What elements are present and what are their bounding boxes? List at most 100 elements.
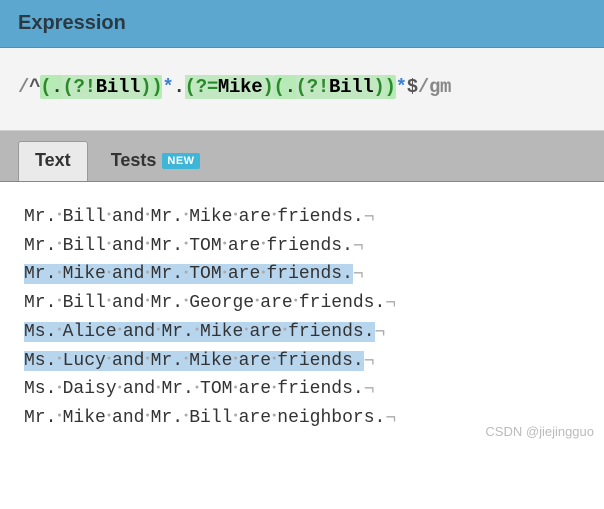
word: Alice [63,322,117,342]
space-marker-icon: ● [183,287,189,315]
space-marker-icon: ● [106,259,112,287]
space-marker-icon: ● [106,230,112,258]
plain-text: Mr.●Mike●and●Mr.●Bill●are●neighbors. [24,408,385,428]
space-marker-icon: ● [144,402,150,430]
space-marker-icon: ● [56,259,62,287]
word: Bill [63,236,106,256]
word: Lucy [63,351,106,371]
regex-neg-lookahead-2: (?!Bill) [296,75,385,99]
tabs-bar: Text Tests NEW [0,131,604,182]
regex-anchor-end: $ [407,76,418,98]
tab-text[interactable]: Text [18,141,88,181]
word: are [239,351,271,371]
space-marker-icon: ● [271,402,277,430]
word: Mr. [151,264,183,284]
word: friends. [299,293,385,313]
word: Mike [200,322,243,342]
word: are [228,264,260,284]
space-marker-icon: ● [293,287,299,315]
space-marker-icon: ● [117,316,123,344]
space-marker-icon: ● [56,345,62,373]
word: Ms. [24,379,56,399]
tab-tests[interactable]: Tests NEW [94,141,217,181]
word: are [249,322,281,342]
test-line: Ms.●Daisy●and●Mr.●TOM●are●friends.¬ [24,375,580,404]
word: are [260,293,292,313]
space-marker-icon: ● [232,374,238,402]
word: Mr. [151,408,183,428]
space-marker-icon: ● [194,316,200,344]
word: are [239,379,271,399]
space-marker-icon: ● [144,230,150,258]
space-marker-icon: ● [144,201,150,229]
space-marker-icon: ● [56,201,62,229]
word: Mr. [24,293,56,313]
eol-marker-icon: ¬ [364,204,375,232]
regex-close-delim: / [418,76,429,98]
plain-text: Mr.●Bill●and●Mr.●George●are●friends. [24,293,385,313]
word: and [112,207,144,227]
space-marker-icon: ● [56,402,62,430]
regex-pos-lookahead: (?=Mike) [185,75,274,99]
word: and [112,408,144,428]
word: friends. [277,207,363,227]
word: and [112,264,144,284]
space-marker-icon: ● [106,402,112,430]
space-marker-icon: ● [183,230,189,258]
eol-marker-icon: ¬ [364,376,375,404]
space-marker-icon: ● [183,201,189,229]
word: and [112,236,144,256]
word: Mike [63,408,106,428]
word: Mr. [151,351,183,371]
eol-marker-icon: ¬ [353,261,364,289]
word: Mr. [24,264,56,284]
plain-text: Ms.●Daisy●and●Mr.●TOM●are●friends. [24,379,364,399]
word: TOM [189,236,221,256]
space-marker-icon: ● [56,374,62,402]
regex-group-2: (.(?!Bill)) [273,75,395,99]
word: Mr. [151,207,183,227]
space-marker-icon: ● [183,259,189,287]
expression-header: Expression [0,0,604,48]
word: Mr. [161,379,193,399]
eol-marker-icon: ¬ [375,319,386,347]
word: and [112,351,144,371]
space-marker-icon: ● [106,345,112,373]
space-marker-icon: ● [222,259,228,287]
word: Mr. [161,322,193,342]
word: Mike [189,351,232,371]
regex-star-2: * [396,76,407,98]
word: Daisy [63,379,117,399]
eol-marker-icon: ¬ [353,233,364,261]
word: Mr. [24,408,56,428]
word: and [112,293,144,313]
word: are [228,236,260,256]
test-line: Mr.●Bill●and●Mr.●George●are●friends.¬ [24,288,580,317]
word: Bill [63,207,106,227]
word: neighbors. [277,408,385,428]
matched-text: Mr.●Mike●and●Mr.●TOM●are●friends. [24,264,353,284]
space-marker-icon: ● [243,316,249,344]
space-marker-icon: ● [183,402,189,430]
word: friends. [266,264,352,284]
space-marker-icon: ● [222,230,228,258]
regex-open-delim: / [18,76,29,98]
word: friends. [277,379,363,399]
word: Ms. [24,351,56,371]
space-marker-icon: ● [271,345,277,373]
regex-group-1: (.(?!Bill)) [40,75,162,99]
matched-text: Ms.●Alice●and●Mr.●Mike●are●friends. [24,322,375,342]
word: are [239,408,271,428]
test-line: Mr.●Mike●and●Mr.●TOM●are●friends.¬ [24,260,580,289]
matched-text: Ms.●Lucy●and●Mr.●Mike●are●friends. [24,351,364,371]
eol-marker-icon: ¬ [385,405,396,433]
watermark: CSDN @jiejingguo [485,418,594,446]
new-badge: NEW [162,153,199,169]
expression-input[interactable]: /^(.(?!Bill))*.(?=Mike)(.(?!Bill))*$/gm [0,48,604,131]
space-marker-icon: ● [56,230,62,258]
tab-text-label: Text [35,150,71,171]
eol-marker-icon: ¬ [364,348,375,376]
space-marker-icon: ● [232,201,238,229]
text-pane[interactable]: Mr.●Bill●and●Mr.●Mike●are●friends.¬Mr.●B… [0,182,604,452]
word: Ms. [24,322,56,342]
